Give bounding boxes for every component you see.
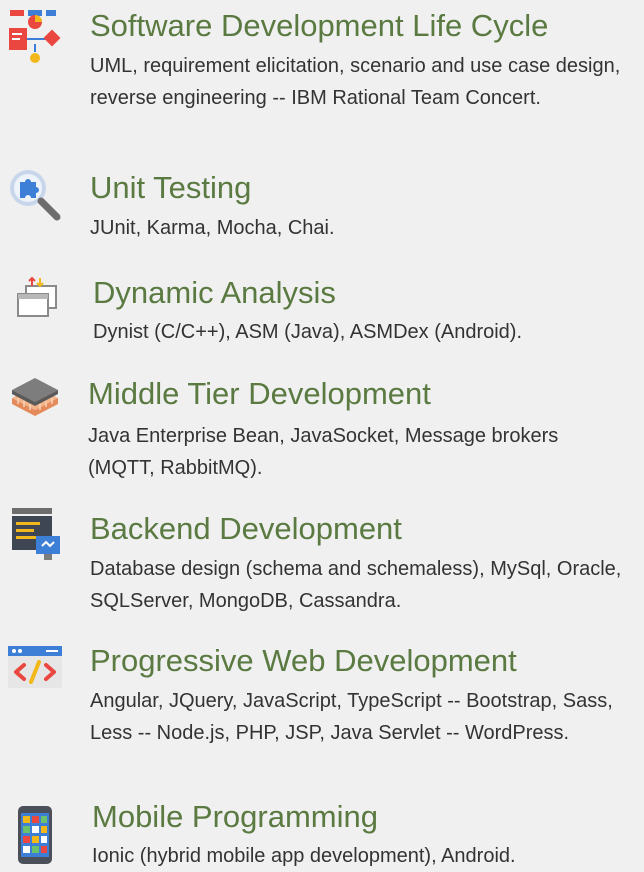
smartphone-icon — [6, 806, 64, 864]
skill-description: JUnit, Karma, Mocha, Chai. — [90, 217, 335, 239]
flowchart-icon — [6, 6, 64, 64]
code-window-icon — [6, 640, 64, 698]
skill-title: Progressive Web Development — [90, 643, 517, 678]
skill-title: Backend Development — [90, 511, 402, 546]
skill-description: UML, requirement elicitation, scenario a… — [90, 55, 621, 109]
skill-description: Ionic (hybrid mobile app development), A… — [92, 845, 516, 867]
skill-title: Middle Tier Development — [88, 376, 431, 411]
skill-description: Dynist (C/C++), ASM (Java), ASMDex (Andr… — [93, 321, 523, 343]
skill-title: Dynamic Analysis — [93, 275, 336, 310]
window-sync-icon — [8, 272, 66, 330]
layers-icon — [6, 368, 64, 426]
skill-description: Database design (schema and schemaless),… — [90, 558, 622, 612]
skill-description: Java Enterprise Bean, JavaSocket, Messag… — [88, 425, 559, 479]
magnifier-puzzle-icon — [6, 166, 64, 224]
skill-description: Angular, JQuery, JavaScript, TypeScript … — [90, 690, 613, 744]
skill-title: Unit Testing — [90, 170, 252, 205]
server-gear-icon — [8, 506, 66, 564]
skill-title: Mobile Programming — [92, 799, 378, 834]
skill-title: Software Development Life Cycle — [90, 8, 549, 43]
